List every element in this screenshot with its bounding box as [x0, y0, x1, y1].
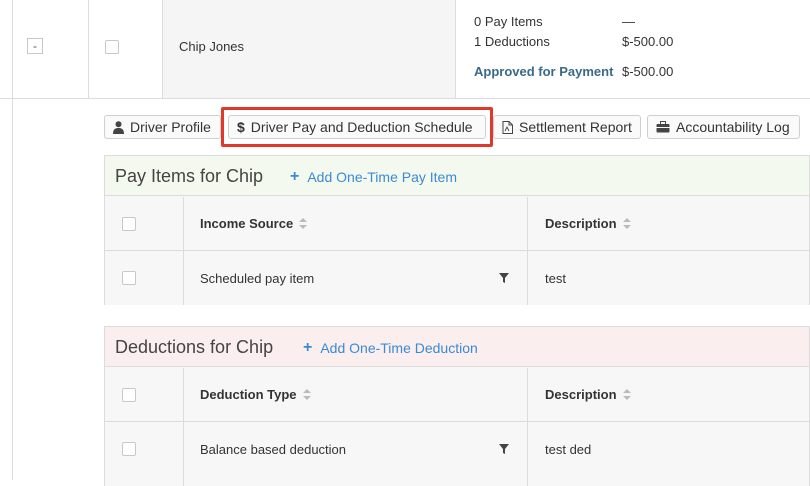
- row-checkbox[interactable]: [122, 271, 136, 285]
- table-row: Balance based deduction test ded: [105, 422, 809, 486]
- description-cell: test ded: [545, 442, 592, 457]
- driver-profile-label: Driver Profile: [130, 119, 211, 135]
- add-pay-item-link[interactable]: + Add One-Time Pay Item: [290, 168, 457, 186]
- collapse-row-button[interactable]: -: [27, 38, 43, 54]
- description-header[interactable]: Description: [545, 387, 631, 402]
- select-all-checkbox[interactable]: [122, 388, 136, 402]
- income-source-header[interactable]: Income Source: [200, 216, 308, 231]
- driver-name: Chip Jones: [179, 39, 245, 54]
- deductions-count: 1 Deductions: [474, 34, 550, 49]
- deductions-column-header: Deduction Type Description: [105, 368, 809, 422]
- income-source-header-label: Income Source: [200, 216, 294, 231]
- accountability-log-button[interactable]: Accountability Log: [647, 115, 800, 139]
- divider: [88, 0, 89, 98]
- add-deduction-label: Add One-Time Deduction: [320, 340, 478, 356]
- divider: [183, 368, 184, 421]
- pay-items-title: Pay Items for Chip: [115, 166, 264, 186]
- divider: [183, 251, 184, 305]
- deductions-total: $-500.00: [622, 34, 674, 49]
- add-pay-item-label: Add One-Time Pay Item: [307, 169, 457, 185]
- pay-items-total: —: [622, 14, 635, 29]
- income-source-cell: Scheduled pay item: [200, 271, 315, 286]
- sort-icon: [622, 217, 631, 230]
- divider: [162, 0, 163, 98]
- filter-icon[interactable]: [499, 444, 509, 454]
- divider: [527, 197, 528, 250]
- pay-items-header: Pay Items for Chip + Add One-Time Pay It…: [105, 156, 809, 196]
- divider: [527, 422, 528, 486]
- deductions-header: Deductions for Chip + Add One-Time Deduc…: [105, 327, 809, 367]
- select-all-checkbox[interactable]: [122, 217, 136, 231]
- description-header-label: Description: [545, 216, 617, 231]
- divider: [183, 197, 184, 250]
- pdf-file-icon: [502, 120, 513, 134]
- detail-gutter: [0, 99, 13, 480]
- user-icon: [113, 120, 124, 134]
- plus-icon: +: [290, 168, 300, 185]
- deduction-type-header[interactable]: Deduction Type: [200, 387, 311, 402]
- pay-items-count: 0 Pay Items: [474, 14, 543, 29]
- deductions-title: Deductions for Chip: [115, 337, 274, 357]
- settlement-report-button[interactable]: Settlement Report: [493, 115, 641, 139]
- row-checkbox[interactable]: [122, 442, 136, 456]
- deduction-type-cell: Balance based deduction: [200, 442, 347, 457]
- deductions-panel: Deductions for Chip + Add One-Time Deduc…: [104, 326, 810, 486]
- divider: [455, 0, 456, 98]
- divider: [12, 0, 13, 98]
- settlement-report-label: Settlement Report: [519, 119, 632, 135]
- approved-for-payment-value: $-500.00: [622, 64, 674, 79]
- description-cell: test: [545, 271, 566, 286]
- sort-icon: [302, 388, 311, 401]
- description-header-label: Description: [545, 387, 617, 402]
- highlight-box: [221, 107, 493, 147]
- divider: [183, 422, 184, 486]
- plus-icon: +: [303, 339, 313, 356]
- pay-items-panel: Pay Items for Chip + Add One-Time Pay It…: [104, 155, 810, 305]
- filter-icon[interactable]: [499, 273, 509, 283]
- pay-items-column-header: Income Source Description: [105, 197, 809, 251]
- briefcase-icon: [656, 121, 670, 133]
- add-deduction-link[interactable]: + Add One-Time Deduction: [303, 339, 478, 357]
- approved-for-payment-label: Approved for Payment: [474, 64, 614, 79]
- driver-profile-button[interactable]: Driver Profile: [104, 115, 221, 139]
- sort-icon: [622, 388, 631, 401]
- description-header[interactable]: Description: [545, 216, 631, 231]
- accountability-log-label: Accountability Log: [676, 119, 790, 135]
- divider: [527, 368, 528, 421]
- deduction-type-header-label: Deduction Type: [200, 387, 297, 402]
- row-checkbox[interactable]: [105, 40, 119, 54]
- divider: [527, 251, 528, 305]
- sort-icon: [299, 217, 308, 230]
- table-row: Scheduled pay item test: [105, 251, 809, 305]
